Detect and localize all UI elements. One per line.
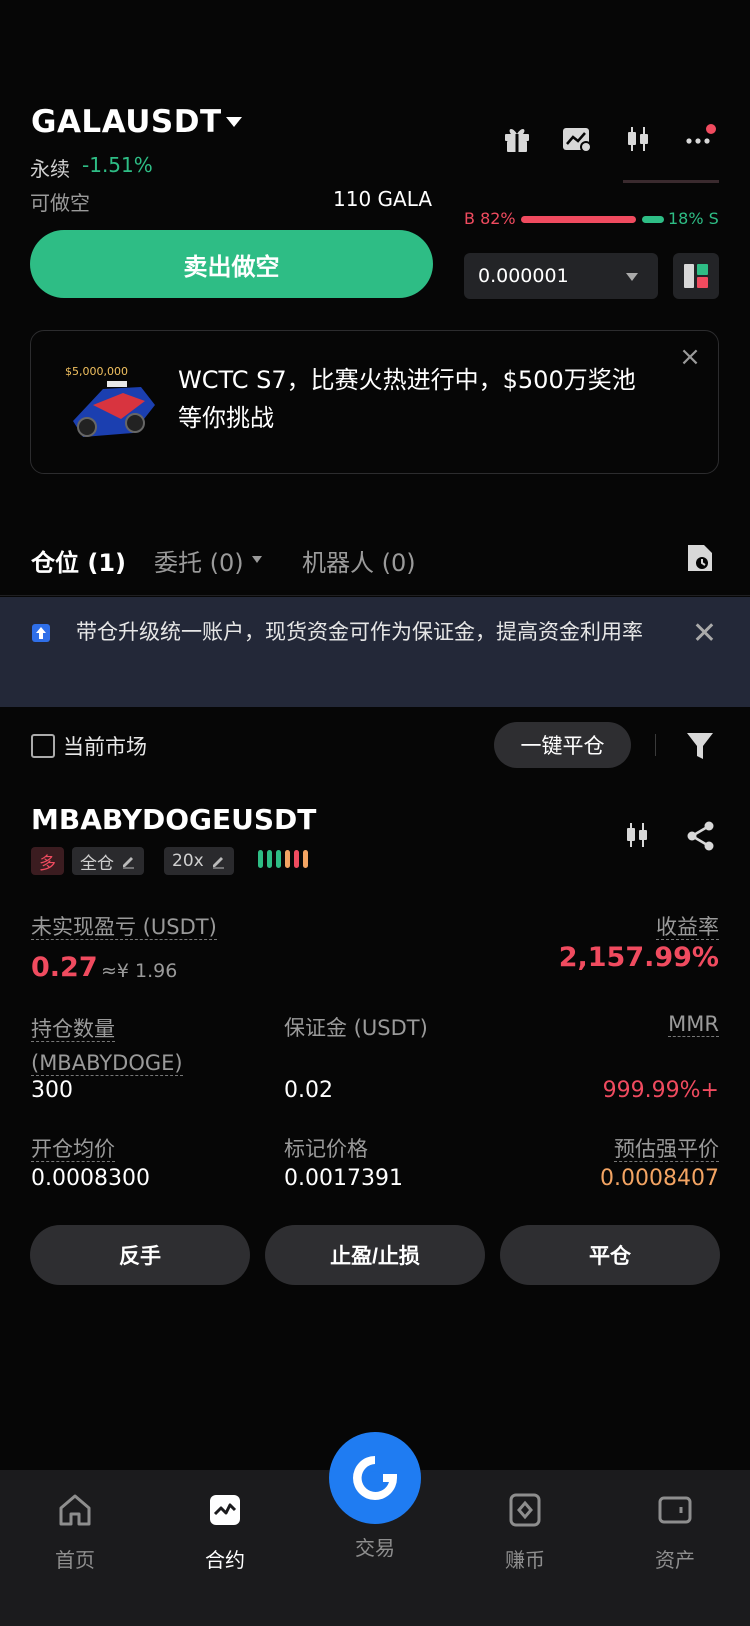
liq-price-value: 0.0008407 bbox=[600, 1166, 719, 1191]
promo-card[interactable]: $5,000,000 WCTC S7，比赛火热进行中，$500万奖池等你挑战 × bbox=[30, 330, 719, 474]
chart-settings-icon[interactable] bbox=[560, 122, 594, 156]
tpsl-button[interactable]: 止盈/止损 bbox=[265, 1225, 485, 1285]
close-icon[interactable]: ✕ bbox=[692, 619, 717, 649]
icon-tab-indicator bbox=[623, 180, 719, 183]
margin-mode-label: 全仓 bbox=[80, 853, 114, 874]
margin-mode-badge[interactable]: 全仓 bbox=[72, 847, 144, 875]
promo-text: WCTC S7，比赛火热进行中，$500万奖池等你挑战 bbox=[178, 366, 636, 432]
promo-image-caption: $5,000,000 bbox=[65, 365, 128, 378]
mmr-value: 999.99%+ bbox=[602, 1078, 719, 1103]
tab-orders[interactable]: 委托 (0) bbox=[154, 543, 244, 578]
current-market-checkbox[interactable] bbox=[31, 734, 55, 758]
precision-value: 0.000001 bbox=[478, 265, 569, 287]
orderbook-layout-icon bbox=[684, 264, 708, 288]
nav-trade-label: 交易 bbox=[355, 1536, 395, 1560]
position-symbol[interactable]: MBABYDOGEUSDT bbox=[31, 803, 316, 836]
gift-icon[interactable] bbox=[500, 122, 534, 156]
race-car-image: $5,000,000 bbox=[63, 361, 159, 445]
wallet-icon bbox=[658, 1496, 692, 1524]
nav-assets-label: 资产 bbox=[655, 1548, 695, 1572]
risk-level-indicator bbox=[258, 850, 308, 868]
contract-type: 永续 bbox=[30, 157, 70, 181]
margin-label: 保证金 (USDT) bbox=[284, 1016, 428, 1040]
trade-button[interactable] bbox=[329, 1432, 421, 1524]
can-short-label: 可做空 bbox=[30, 191, 90, 215]
buy-ratio: B 82% bbox=[464, 209, 516, 228]
position-qty-label[interactable]: 持仓数量 (MBABYDOGE) bbox=[31, 1012, 231, 1080]
divider bbox=[655, 734, 656, 756]
earn-icon bbox=[509, 1493, 541, 1527]
banner-text: 带仓升级统一账户，现货资金可作为保证金，提高资金利用率 bbox=[76, 620, 643, 644]
nav-contract[interactable]: 合约 bbox=[165, 1490, 285, 1573]
share-icon[interactable] bbox=[685, 820, 717, 854]
orders-dropdown-icon[interactable] bbox=[252, 556, 262, 563]
unrealized-pnl-value: 0.27 bbox=[31, 952, 98, 983]
upgrade-icon bbox=[32, 624, 50, 642]
can-short-amount: 110 GALA bbox=[333, 187, 432, 211]
close-position-button[interactable]: 平仓 bbox=[500, 1225, 720, 1285]
liq-price-label[interactable]: 预估强平价 bbox=[614, 1137, 719, 1162]
current-market-label[interactable]: 当前市场 bbox=[63, 731, 147, 761]
orderbook-layout-button[interactable] bbox=[673, 253, 719, 299]
nav-assets[interactable]: 资产 bbox=[615, 1490, 735, 1573]
nav-home[interactable]: 首页 bbox=[15, 1490, 135, 1573]
filter-icon[interactable] bbox=[686, 731, 714, 761]
unrealized-pnl-label[interactable]: 未实现盈亏 (USDT) bbox=[31, 915, 217, 940]
chevron-down-icon bbox=[626, 273, 638, 281]
unrealized-pnl-cny: ≈¥ 1.96 bbox=[101, 960, 178, 982]
price-change: -1.51% bbox=[82, 153, 153, 177]
nav-earn-label: 赚币 bbox=[505, 1548, 545, 1572]
precision-select[interactable]: 0.000001 bbox=[464, 253, 658, 299]
margin-value: 0.02 bbox=[284, 1078, 333, 1103]
mark-price-value: 0.0017391 bbox=[284, 1166, 403, 1191]
close-icon[interactable]: × bbox=[678, 344, 702, 370]
trade-logo-icon bbox=[353, 1456, 397, 1500]
sell-ratio: 18% S bbox=[668, 209, 719, 228]
sell-short-button[interactable]: 卖出做空 bbox=[30, 230, 433, 298]
entry-price-label[interactable]: 开仓均价 bbox=[31, 1137, 115, 1162]
contract-icon bbox=[210, 1495, 240, 1525]
roi-label[interactable]: 收益率 bbox=[656, 915, 719, 940]
pair-title[interactable]: GALAUSDT bbox=[31, 104, 222, 140]
leverage-label: 20x bbox=[172, 851, 204, 871]
nav-earn[interactable]: 赚币 bbox=[465, 1490, 585, 1573]
roi-value: 2,157.99% bbox=[558, 942, 719, 973]
buy-ratio-bar bbox=[521, 216, 636, 223]
edit-icon bbox=[123, 857, 134, 869]
unified-account-banner[interactable]: 带仓升级统一账户，现货资金可作为保证金，提高资金利用率 ✕ bbox=[0, 597, 750, 707]
pair-dropdown-icon[interactable] bbox=[226, 117, 242, 127]
entry-price-value: 0.0008300 bbox=[31, 1166, 150, 1191]
reverse-button[interactable]: 反手 bbox=[30, 1225, 250, 1285]
mark-price-label: 标记价格 bbox=[284, 1137, 368, 1161]
tab-bots[interactable]: 机器人 (0) bbox=[302, 543, 416, 578]
candlestick-icon[interactable] bbox=[622, 820, 656, 854]
home-icon bbox=[59, 1494, 91, 1526]
tab-positions[interactable]: 仓位 (1) bbox=[31, 543, 126, 578]
position-qty-value: 300 bbox=[31, 1078, 73, 1103]
candlestick-icon[interactable] bbox=[621, 122, 655, 156]
mmr-label[interactable]: MMR bbox=[668, 1012, 719, 1037]
nav-home-label: 首页 bbox=[55, 1548, 95, 1572]
tab-divider bbox=[0, 595, 750, 596]
leverage-badge[interactable]: 20x bbox=[164, 847, 234, 875]
notification-dot bbox=[706, 124, 716, 134]
history-icon[interactable] bbox=[685, 542, 715, 574]
edit-icon bbox=[212, 857, 224, 869]
nav-contract-label: 合约 bbox=[205, 1548, 245, 1572]
sell-ratio-bar bbox=[642, 216, 664, 223]
close-all-button[interactable]: 一键平仓 bbox=[494, 722, 631, 768]
side-badge: 多 bbox=[31, 847, 64, 875]
